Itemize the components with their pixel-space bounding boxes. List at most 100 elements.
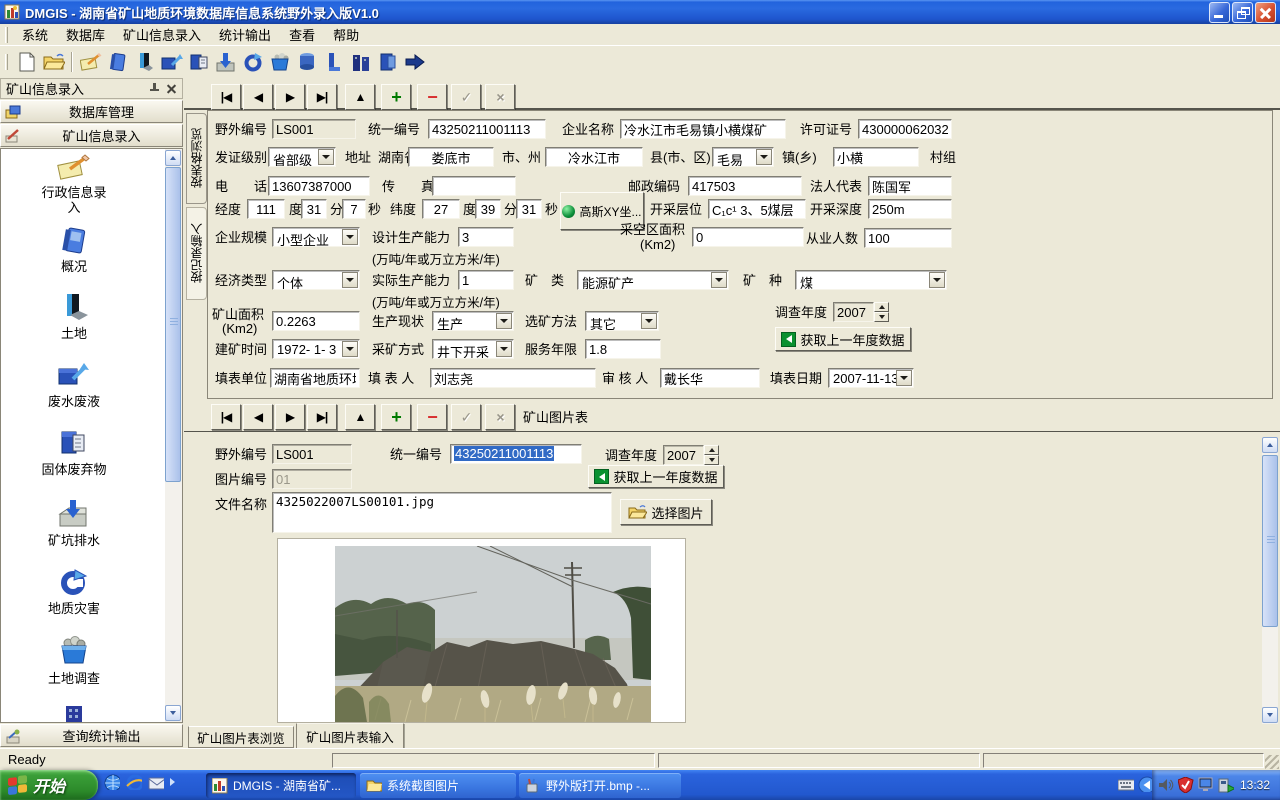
mail-icon[interactable] [148,774,164,790]
prod-status-select[interactable]: 生产 [432,311,514,331]
choose-picture-button[interactable]: 选择图片 [620,499,712,525]
pic-nav-prev-button[interactable]: ◀ [243,404,273,430]
toolbar-admin-info-entry-icon[interactable] [78,50,103,75]
resize-grip[interactable] [1265,755,1279,769]
toolbar-column-icon[interactable] [321,50,346,75]
sidebar-item-geological-hazard[interactable]: 地质灾害 [4,601,144,616]
content-scroll-up-icon[interactable] [1262,437,1278,453]
fill-unit-input[interactable] [270,368,360,388]
company-input[interactable] [620,119,786,139]
app-icon[interactable] [4,4,20,20]
toolbar-database-icon[interactable] [375,50,400,75]
toolbar-land-icon[interactable] [132,50,157,75]
chevron-more-icon[interactable] [170,778,179,786]
design-capacity-input[interactable] [458,227,514,247]
taskbar-item-folder[interactable]: 系统截图图片 [360,773,516,798]
wastewater-icon[interactable] [56,359,92,391]
auditor-input[interactable] [660,368,760,388]
toolbar-solid-waste-icon[interactable] [186,50,211,75]
phone-input[interactable] [268,176,370,196]
spinner-up-icon[interactable] [704,445,719,455]
land-survey-icon[interactable] [56,635,92,667]
nav-prev-button[interactable]: ◀ [243,84,273,110]
pic-nav-last-button[interactable]: ▶| [307,404,337,430]
solid-waste-icon[interactable] [56,427,92,459]
menu-help[interactable]: 帮助 [324,23,368,46]
pic-no-input[interactable] [272,469,352,489]
nav-cancel-button[interactable]: × [485,84,515,110]
safely-remove-icon[interactable] [1218,777,1234,793]
menu-view[interactable]: 查看 [280,23,324,46]
nav-last-button[interactable]: ▶| [307,84,337,110]
fax-input[interactable] [432,176,516,196]
sidebar-item-solid-waste[interactable]: 固体废弃物 [4,462,144,477]
menu-database[interactable]: 数据库 [57,23,114,46]
toolbar-exit-icon[interactable] [402,50,427,75]
nav-next-button[interactable]: ▶ [275,84,305,110]
sidebar-group-mine-entry[interactable]: 矿山信息录入 [0,124,183,147]
toolbar-land-survey-icon[interactable] [267,50,292,75]
latitude-deg-input[interactable] [422,199,460,219]
taskbar-item-dmgis[interactable]: DMGIS - 湖南省矿... [206,773,356,798]
pic-nav-top-button[interactable]: ▲ [345,404,375,430]
sidebar-scroll-down-icon[interactable] [165,705,181,721]
survey-year-spinner[interactable]: 2007 [833,302,889,322]
toolbar-open-icon[interactable] [41,50,66,75]
toolbar-grip[interactable] [5,54,8,70]
toolbar-mine-drainage-icon[interactable] [213,50,238,75]
nav-first-button[interactable]: |◀ [211,84,241,110]
building-partial-icon[interactable] [56,703,92,723]
start-button[interactable]: 开始 [0,770,98,800]
mine-class-select[interactable]: 能源矿产 [577,270,729,290]
minimize-button[interactable] [1209,2,1230,23]
workers-input[interactable] [864,228,952,248]
toolbar-buildings-icon[interactable] [348,50,373,75]
close-button[interactable] [1255,2,1276,23]
pic-nav-next-button[interactable]: ▶ [275,404,305,430]
field-no-input[interactable] [272,119,356,139]
file-name-input[interactable]: 4325022007LS00101.jpg [272,492,612,533]
land-icon[interactable] [56,291,92,323]
nav-delete-button[interactable]: − [417,84,447,110]
get-previous-year-button[interactable]: 获取上一年度数据 [775,327,911,351]
pin-icon[interactable] [149,83,160,94]
menu-mine-info-entry[interactable]: 矿山信息录入 [114,23,210,46]
keyboard-tray-icon[interactable] [1118,778,1134,794]
spinner-down-icon[interactable] [704,455,719,465]
mining-layer-input[interactable] [708,199,806,219]
tab-picture-entry[interactable]: 矿山图片表输入 [296,723,404,749]
build-time-select[interactable]: 1972- 1- 3 [272,339,360,359]
fill-date-select[interactable]: 2007-11-13 [828,368,914,388]
actual-capacity-input[interactable] [458,270,514,290]
postal-input[interactable] [688,176,802,196]
sidebar-item-land-survey[interactable]: 土地调查 [4,671,144,686]
pic-unified-no-input[interactable]: 43250211001113 [450,444,582,464]
town-input[interactable] [833,147,919,167]
tab-browse-by-table[interactable]: 按表格浏览 [186,113,207,204]
nav-add-button[interactable]: + [381,84,411,110]
economic-type-select[interactable]: 个体 [272,270,360,290]
license-input[interactable] [858,119,952,139]
content-scroll-down-icon[interactable] [1262,707,1278,723]
pic-nav-post-button[interactable]: ✓ [451,404,481,430]
fill-person-input[interactable] [430,368,596,388]
cert-level-select[interactable]: 省部级 [268,147,336,167]
toolbar-overview-icon[interactable] [105,50,130,75]
sidebar-item-wastewater[interactable]: 废水废液 [4,394,144,409]
latitude-sec-input[interactable] [516,199,542,219]
goaf-area-input[interactable] [692,227,804,247]
unified-no-input[interactable] [428,119,546,139]
toolbar-wastewater-icon[interactable] [159,50,184,75]
antivirus-shield-icon[interactable] [1178,777,1194,793]
mine-kind-select[interactable]: 煤 [795,270,947,290]
enterprise-scale-select[interactable]: 小型企业 [272,227,360,247]
sidebar-scroll-thumb[interactable] [165,167,181,482]
menubar-grip[interactable] [5,27,8,43]
sidebar-group-database[interactable]: 数据库管理 [0,100,183,123]
network-monitor-icon[interactable] [1198,777,1214,793]
pic-nav-delete-button[interactable]: − [417,404,447,430]
latitude-min-input[interactable] [475,199,501,219]
pic-nav-add-button[interactable]: + [381,404,411,430]
prefecture-input[interactable] [408,147,494,167]
volume-icon[interactable] [1158,777,1174,793]
